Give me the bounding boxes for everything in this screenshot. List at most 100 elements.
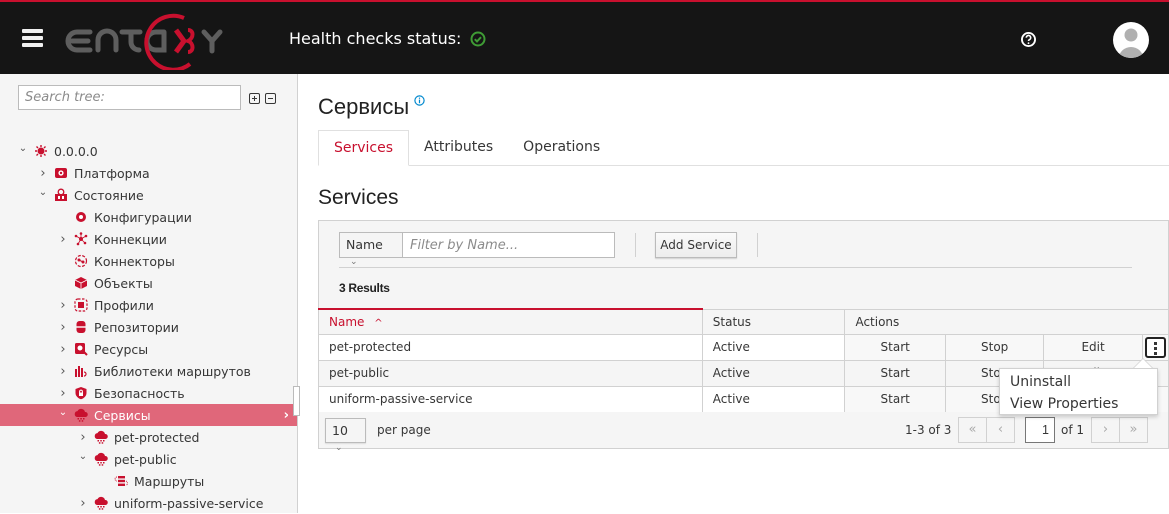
tree-item[interactable]: › Профили <box>0 294 297 316</box>
last-page-button[interactable]: » <box>1119 417 1148 443</box>
stop-button[interactable]: Stop <box>944 333 1045 361</box>
tree-item-label: Безопасность <box>94 385 185 401</box>
chevron-down-icon: ⌄ <box>350 257 358 267</box>
tree-item[interactable]: ⌄ Состояние <box>0 184 297 206</box>
kebab-menu-icon[interactable] <box>1144 336 1166 358</box>
chevron-right-icon[interactable]: › <box>58 320 68 335</box>
tab-attributes[interactable]: Attributes <box>409 130 508 166</box>
service-name-cell: pet-public <box>318 359 703 387</box>
tree-item[interactable]: ⌄ Сервисы › <box>0 404 297 426</box>
tree-item[interactable]: Коннекторы <box>0 250 297 272</box>
next-page-button[interactable]: › <box>1091 417 1120 443</box>
add-service-button[interactable]: Add Service <box>655 232 737 258</box>
tree-item[interactable]: ⌄ 0.0.0.0 <box>0 140 297 162</box>
current-page-input[interactable] <box>1025 417 1055 443</box>
chevron-right-icon[interactable]: › <box>78 430 88 445</box>
collapse-all-icon[interactable] <box>265 93 276 104</box>
tree-item[interactable]: Маршруты <box>0 470 297 492</box>
tree-item-label: Платформа <box>74 165 150 181</box>
page-title: Сервисы <box>318 94 410 119</box>
tree-item[interactable]: › pet-protected <box>0 426 297 448</box>
chevron-right-icon[interactable]: › <box>284 408 289 423</box>
chevron-down-icon[interactable]: ⌄ <box>78 451 88 462</box>
column-header-name[interactable]: Name ^ <box>318 308 703 335</box>
section-title: Services <box>318 186 399 209</box>
per-page-select[interactable]: 10 ⌄ <box>325 418 366 453</box>
connectors-icon <box>74 254 88 268</box>
first-page-button[interactable]: « <box>958 417 987 443</box>
tab-operations[interactable]: Operations <box>508 130 615 166</box>
expand-all-icon[interactable] <box>249 93 260 104</box>
dropdown-caret <box>1133 358 1153 368</box>
menu-item-uninstall[interactable]: Uninstall <box>1000 372 1157 394</box>
health-label: Health checks status: <box>289 29 462 48</box>
row-kebab-cell <box>1141 333 1169 361</box>
help-icon[interactable] <box>1020 31 1037 48</box>
filter-field-select[interactable]: Name ⌄ <box>339 232 403 267</box>
column-header-status[interactable]: Status <box>701 308 846 335</box>
tree-item-label: Маршруты <box>134 473 205 489</box>
route-library-icon <box>75 366 87 377</box>
filter-toolbar: Name ⌄ Add Service 3 Results <box>318 220 1169 309</box>
sidebar: ⌄ 0.0.0.0 › Платформа ⌄ Состояние Конфигурации… <box>0 74 300 514</box>
search-tree-input[interactable] <box>18 85 241 110</box>
service-name-cell: uniform-passive-service <box>318 385 703 413</box>
table-row: pet-protected Active Start Stop Edit <box>318 333 1169 361</box>
tree-item[interactable]: › Безопасность <box>0 382 297 404</box>
start-button[interactable]: Start <box>844 333 946 361</box>
chevron-right-icon[interactable]: › <box>58 364 68 379</box>
results-count: 3 Results <box>339 281 390 295</box>
row-actions-dropdown: Uninstall View Properties <box>999 368 1158 415</box>
tree-item[interactable]: › Репозитории <box>0 316 297 338</box>
chevron-right-icon[interactable]: › <box>38 166 48 181</box>
chevron-right-icon[interactable]: › <box>78 496 88 511</box>
tree-item[interactable]: › Библиотеки маршрутов <box>0 360 297 382</box>
tab-services[interactable]: Services <box>318 130 410 166</box>
toolbar-separator-line <box>339 267 1132 268</box>
database-icon <box>76 321 86 333</box>
tree-item[interactable]: Объекты <box>0 272 297 294</box>
column-header-actions: Actions <box>844 308 1169 335</box>
chevron-down-icon[interactable]: ⌄ <box>18 143 28 154</box>
tree-item[interactable]: › Коннекции <box>0 228 297 250</box>
resources-icon <box>75 343 88 356</box>
tree-item-label: Ресурсы <box>94 341 149 357</box>
previous-page-button[interactable]: ‹ <box>986 417 1015 443</box>
menu-item-view-properties[interactable]: View Properties <box>1000 394 1157 416</box>
check-circle-icon[interactable] <box>470 31 486 47</box>
hamburger-menu-icon[interactable] <box>22 29 43 47</box>
tree-item-label: Конфигурации <box>94 209 192 225</box>
main-content: Сервисы Services Attributes Operations S… <box>298 74 1169 513</box>
chevron-down-icon[interactable]: ⌄ <box>38 187 48 198</box>
routes-icon <box>114 476 128 486</box>
navigation-tree: ⌄ 0.0.0.0 › Платформа ⌄ Состояние Конфигурации… <box>0 140 297 514</box>
edit-button[interactable]: Edit <box>1043 333 1143 361</box>
tree-item-label: uniform-passive-service <box>114 495 264 511</box>
tree-item[interactable]: ⌄ pet-public <box>0 448 297 470</box>
shield-icon <box>75 387 87 400</box>
chevron-right-icon[interactable]: › <box>58 342 68 357</box>
sort-ascending-icon: ^ <box>374 317 383 329</box>
entaxy-logo[interactable] <box>64 8 234 70</box>
tree-item-label: pet-protected <box>114 429 200 445</box>
tree-item-label: Репозитории <box>94 319 179 335</box>
tree-item[interactable]: Конфигурации <box>0 206 297 228</box>
chevron-right-icon[interactable]: › <box>58 298 68 313</box>
tree-item[interactable]: › uniform-passive-service <box>0 492 297 514</box>
chevron-right-icon[interactable]: › <box>58 232 68 247</box>
filter-by-name-input[interactable] <box>402 232 615 258</box>
chevron-down-icon[interactable]: ⌄ <box>58 407 68 418</box>
chevron-right-icon[interactable]: › <box>58 386 68 401</box>
tree-item[interactable]: › Платформа <box>0 162 297 184</box>
platform-icon <box>55 168 67 178</box>
user-icon <box>1119 28 1143 58</box>
start-button[interactable]: Start <box>844 359 946 387</box>
start-button[interactable]: Start <box>844 385 946 413</box>
cloud-icon <box>94 430 108 444</box>
tree-item[interactable]: › Ресурсы <box>0 338 297 360</box>
per-page-label: per page <box>377 423 431 437</box>
user-avatar[interactable] <box>1113 22 1149 58</box>
tree-item-label: Библиотеки маршрутов <box>94 363 251 379</box>
results-range: 1-3 of 3 <box>905 423 952 437</box>
info-icon[interactable] <box>414 95 425 106</box>
